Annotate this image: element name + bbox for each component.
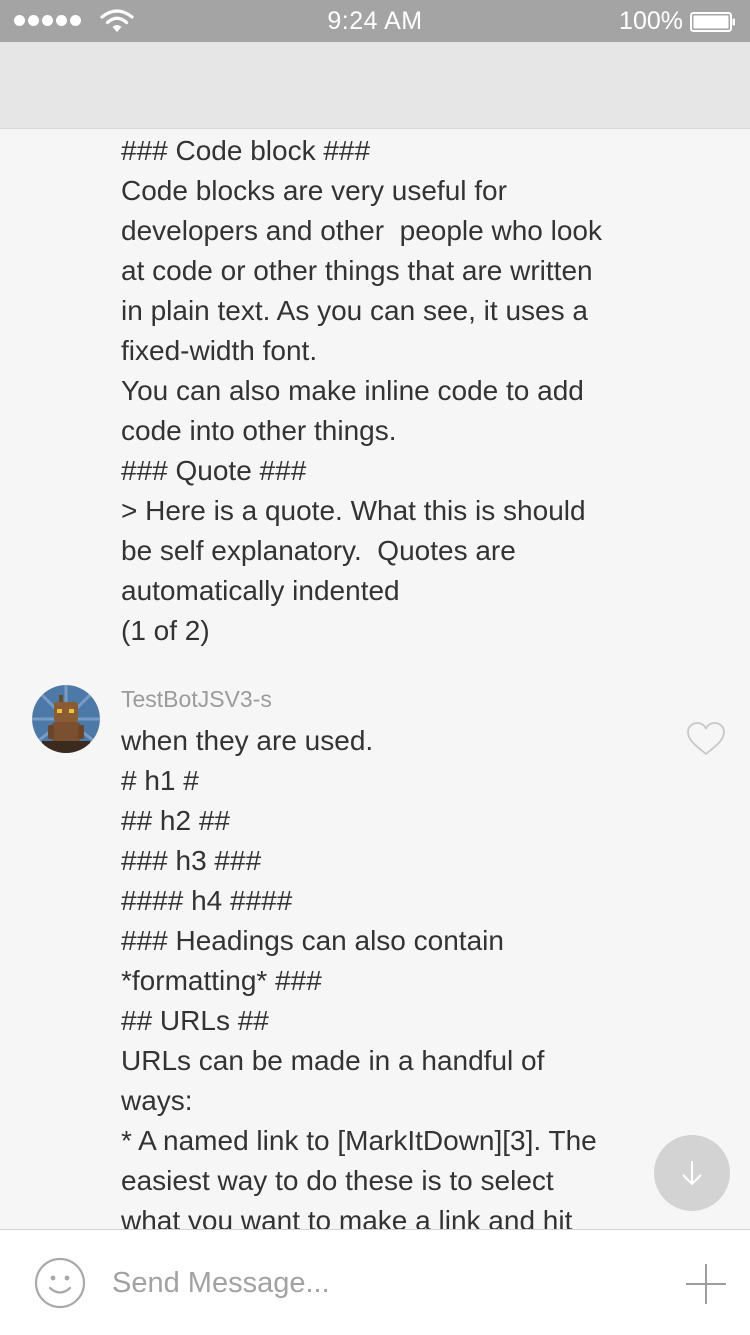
message-line: #### h4 #### bbox=[121, 885, 293, 916]
message-line: code into other things. bbox=[121, 415, 397, 446]
battery-percentage: 100% bbox=[619, 7, 683, 35]
robot-avatar-icon bbox=[32, 685, 100, 753]
message-line: ### Code block ### bbox=[121, 135, 371, 166]
message-line: what you want to make a link and hit bbox=[121, 1205, 573, 1229]
message-line: > Here is a quote. What this is should bbox=[121, 495, 586, 526]
arrow-down-icon bbox=[682, 1161, 702, 1186]
message-line: # h1 # bbox=[121, 765, 199, 796]
plus-icon[interactable] bbox=[684, 1262, 728, 1306]
message-line: (1 of 2) bbox=[121, 615, 210, 646]
message-line: developers and other people who look bbox=[121, 215, 603, 246]
message-list[interactable]: ### Code block ### Code blocks are very … bbox=[0, 129, 750, 1229]
heart-icon[interactable] bbox=[686, 721, 726, 757]
smiley-face-icon[interactable] bbox=[34, 1257, 86, 1309]
navigation-bar bbox=[0, 42, 750, 129]
message-line: ### Quote ### bbox=[121, 455, 307, 486]
message-composer bbox=[0, 1229, 750, 1335]
message-line: easiest way to do these is to select bbox=[121, 1165, 554, 1196]
message-line: Code blocks are very useful for bbox=[121, 175, 507, 206]
message-line: URLs can be made in a handful of bbox=[121, 1045, 545, 1076]
message-line: at code or other things that are written bbox=[121, 255, 593, 286]
message-input[interactable] bbox=[112, 1260, 652, 1306]
message-line: automatically indented bbox=[121, 575, 400, 606]
message-line: be self explanatory. Quotes are bbox=[121, 535, 516, 566]
message-line: *formatting* ### bbox=[121, 965, 322, 996]
avatar[interactable] bbox=[32, 685, 100, 753]
message-body: when they are used. # h1 # ## h2 ## ### … bbox=[121, 721, 661, 1229]
message-line: You can also make inline code to add bbox=[121, 375, 584, 406]
message-line: * A named link to [MarkItDown][3]. The bbox=[121, 1125, 597, 1156]
message-body: ### Code block ### Code blocks are very … bbox=[121, 131, 661, 651]
message-line: ways: bbox=[121, 1085, 193, 1116]
status-bar: 9:24 AM 100% bbox=[0, 0, 750, 42]
message-line: ## h2 ## bbox=[121, 805, 230, 836]
scroll-to-bottom-button[interactable] bbox=[654, 1135, 730, 1211]
message-line: fixed-width font. bbox=[121, 335, 318, 366]
message-line: ### Headings can also contain bbox=[121, 925, 504, 956]
message-line: in plain text. As you can see, it uses a bbox=[121, 295, 588, 326]
message-line: ## URLs ## bbox=[121, 1005, 269, 1036]
message-author[interactable]: TestBotJSV3-s bbox=[121, 686, 272, 713]
message-line: ### h3 ### bbox=[121, 845, 262, 876]
message-line: when they are used. bbox=[121, 725, 374, 756]
battery-icon bbox=[690, 12, 735, 32]
